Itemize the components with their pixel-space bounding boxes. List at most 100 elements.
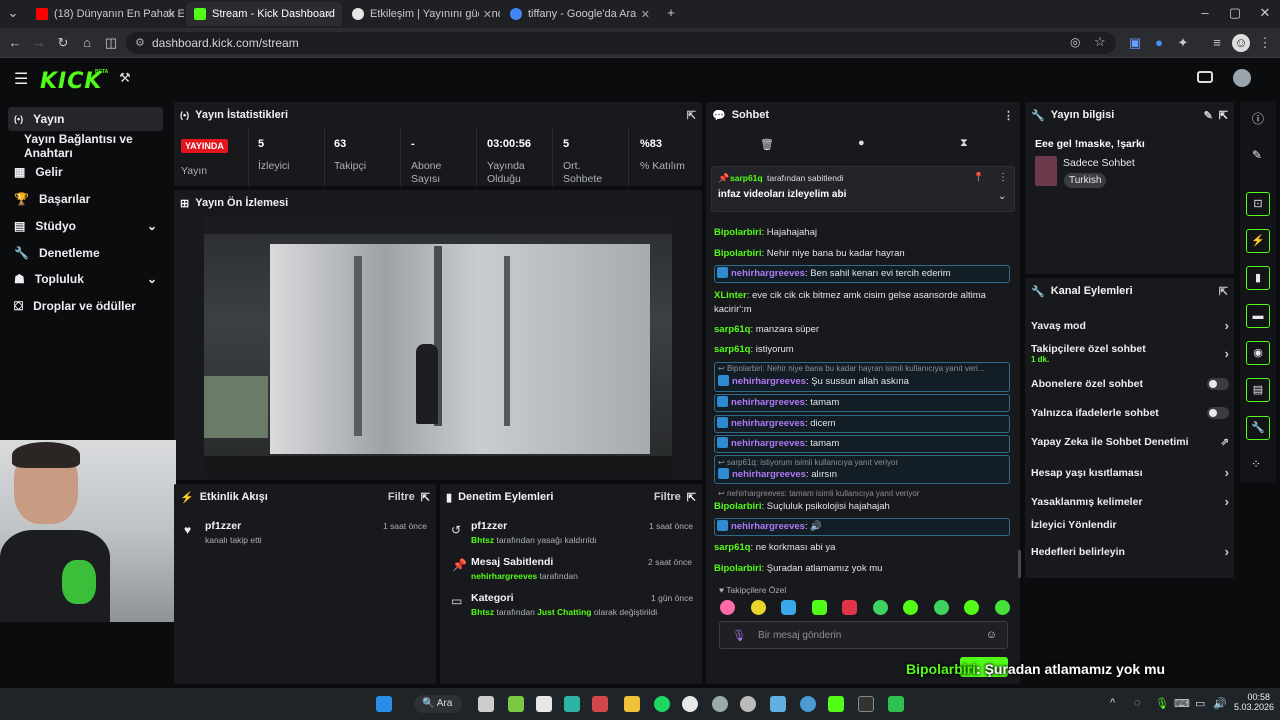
- info-icon[interactable]: ⓘ: [1252, 110, 1264, 127]
- chat-user[interactable]: nehirhargreeves: [732, 376, 806, 387]
- stats-icon[interactable]: ▤: [1246, 378, 1270, 402]
- chevron-up-icon[interactable]: ^: [1110, 697, 1115, 709]
- profile-avatar[interactable]: ☺: [1232, 34, 1250, 52]
- app-icon[interactable]: [508, 696, 524, 712]
- forward-button[interactable]: →: [30, 34, 48, 52]
- chat-user[interactable]: nehirhargreeves: [731, 418, 805, 429]
- action-followers-only[interactable]: Takipçilere özel sohbet 1 dk. ›: [1031, 343, 1229, 364]
- chat-user[interactable]: XLinter: [714, 290, 747, 301]
- user-avatar[interactable]: [1233, 69, 1251, 87]
- spotify-icon[interactable]: [654, 696, 670, 712]
- moderation-actor[interactable]: nehirhargreeves: [471, 571, 537, 581]
- emoji-icon[interactable]: ☺: [986, 629, 997, 641]
- windows-start-icon[interactable]: [376, 696, 392, 712]
- emote-icon[interactable]: [811, 600, 827, 615]
- close-icon[interactable]: ✕: [167, 8, 176, 21]
- edge-icon[interactable]: [800, 696, 816, 712]
- kick-icon[interactable]: [828, 696, 844, 712]
- edit-pencil-icon[interactable]: ✎: [1204, 109, 1213, 122]
- emote-icon[interactable]: [781, 600, 797, 615]
- pinned-message[interactable]: 📌 sarp61q tarafından sabitlendi 📍 ⋮ infa…: [711, 166, 1015, 212]
- chat-user[interactable]: sarp61q: [714, 324, 750, 335]
- app-tray-icon[interactable]: ◌: [1134, 697, 1141, 709]
- chat-icon[interactable]: ▬: [1246, 304, 1270, 328]
- chat-user[interactable]: Bipolarbiri: [714, 501, 762, 512]
- taskbar-search[interactable]: 🔍 Ara: [414, 695, 462, 713]
- chevron-down-icon[interactable]: ⌄: [998, 191, 1006, 202]
- microphone-icon[interactable]: 🎙: [1155, 697, 1169, 710]
- chat-user[interactable]: nehirhargreeves: [731, 397, 805, 408]
- site-info-icon[interactable]: ⚙: [135, 36, 145, 49]
- hourglass-icon[interactable]: ⧗: [960, 137, 968, 150]
- action-banned-words[interactable]: Yasaklanmış kelimeler ›: [1031, 494, 1229, 509]
- toggle-switch[interactable]: [1207, 407, 1229, 419]
- chevron-down-icon[interactable]: ⌄: [147, 219, 157, 233]
- menu-icon[interactable]: ⋮: [1256, 34, 1274, 52]
- bookmark-star-icon[interactable]: ☆: [1094, 34, 1106, 50]
- browser-tab-youtube[interactable]: (18) Dünyanın En Pahalı Ev ✕: [28, 2, 184, 26]
- sidebar-item-yayin[interactable]: (•) Yayın: [8, 107, 163, 131]
- home-button[interactable]: ⌂: [78, 34, 96, 52]
- keyboard-icon[interactable]: ⌨: [1174, 697, 1190, 710]
- app-icon[interactable]: [592, 696, 608, 712]
- sidebar-item-studyo[interactable]: ▤ Stüdyo ⌄: [8, 214, 163, 238]
- sidebar-item-denetleme[interactable]: 🔧 Denetleme: [8, 241, 163, 265]
- reload-button[interactable]: ↻: [54, 34, 72, 52]
- chrome-icon[interactable]: [682, 696, 698, 712]
- network-icon[interactable]: ▭: [1195, 697, 1205, 710]
- store-icon[interactable]: [536, 696, 552, 712]
- maximize-button[interactable]: ▢: [1226, 4, 1244, 22]
- broadcast-icon[interactable]: ◉: [1246, 341, 1270, 365]
- emote-icon[interactable]: [903, 600, 919, 615]
- chevron-down-icon[interactable]: ⌄: [147, 272, 157, 286]
- terminal-icon[interactable]: [858, 696, 874, 712]
- close-icon[interactable]: ✕: [478, 7, 492, 21]
- emote-icon[interactable]: [933, 600, 949, 615]
- popout-icon[interactable]: ⇱: [687, 491, 696, 504]
- sidebar-item-basarilar[interactable]: 🏆 Başarılar: [8, 187, 163, 211]
- action-raid[interactable]: İzleyici Yönlendir: [1031, 519, 1229, 531]
- emote-icon[interactable]: [720, 600, 735, 615]
- hamburger-menu-icon[interactable]: ☰: [14, 69, 28, 89]
- kebab-menu-icon[interactable]: ⋮: [998, 172, 1008, 183]
- emote-icon[interactable]: [750, 600, 766, 615]
- url-bar[interactable]: ⚙ dashboard.kick.com/stream ◎ ☆: [126, 32, 1116, 54]
- chat-bubble-icon[interactable]: ●: [858, 137, 865, 149]
- sidebar-item-topluluk[interactable]: ☗ Topluluk ⌄: [8, 267, 163, 291]
- translate-icon[interactable]: ▣: [1126, 34, 1144, 52]
- moderation-actor[interactable]: Bhtsz: [471, 535, 494, 545]
- volume-icon[interactable]: 🔊: [1213, 697, 1227, 710]
- stream-video[interactable]: [204, 216, 672, 478]
- chat-user[interactable]: Bipolarbiri: [714, 248, 762, 259]
- clip-icon[interactable]: ⊡: [1246, 192, 1270, 216]
- wrench-icon[interactable]: 🔧: [1246, 416, 1270, 440]
- trash-icon[interactable]: 🗑: [760, 138, 774, 151]
- moderation-actor[interactable]: Bhtsz: [471, 607, 494, 617]
- tools-icon[interactable]: ⚒: [119, 70, 131, 86]
- app-icon[interactable]: [888, 696, 904, 712]
- close-icon[interactable]: ✕: [641, 8, 650, 21]
- app-icon[interactable]: [712, 696, 728, 712]
- filter-button[interactable]: Filtre: [654, 491, 681, 503]
- emote-icon[interactable]: [964, 600, 980, 615]
- back-button[interactable]: ←: [6, 34, 24, 52]
- close-icon[interactable]: ✕: [325, 8, 334, 21]
- app-icon[interactable]: [770, 696, 786, 712]
- sidebar-item-droplar[interactable]: ⛋ Droplar ve ödüller: [8, 294, 163, 318]
- app-icon[interactable]: [564, 696, 580, 712]
- chat-user[interactable]: Bipolarbiri: [714, 227, 762, 238]
- stream-preview-icon[interactable]: [1197, 71, 1213, 83]
- sidebar-item-stream-key[interactable]: Yayın Bağlantısı ve Anahtarı: [18, 132, 173, 160]
- browser-tab-kick[interactable]: Stream - Kick Dashboard ✕: [186, 2, 342, 26]
- sidebar-item-gelir[interactable]: ▦ Gelir: [8, 160, 163, 184]
- edit-pencil-icon[interactable]: ✎: [1252, 148, 1262, 162]
- more-icon[interactable]: ⁘: [1251, 457, 1261, 471]
- close-window-button[interactable]: ✕: [1256, 4, 1274, 22]
- chat-input[interactable]: 🎙 Bir mesaj gönderin ☺: [719, 621, 1008, 649]
- browser-tab-etkilesim[interactable]: Etkileşim | Yayınını güçlendirme ✕: [344, 2, 500, 26]
- popout-icon[interactable]: ⇱: [1219, 109, 1228, 122]
- action-goals[interactable]: Hedefleri belirleyin ›: [1031, 544, 1229, 559]
- eye-off-icon[interactable]: ◎: [1070, 35, 1080, 49]
- action-subscribers-only[interactable]: Abonelere özel sohbet: [1031, 378, 1229, 390]
- settings-icon[interactable]: [740, 696, 756, 712]
